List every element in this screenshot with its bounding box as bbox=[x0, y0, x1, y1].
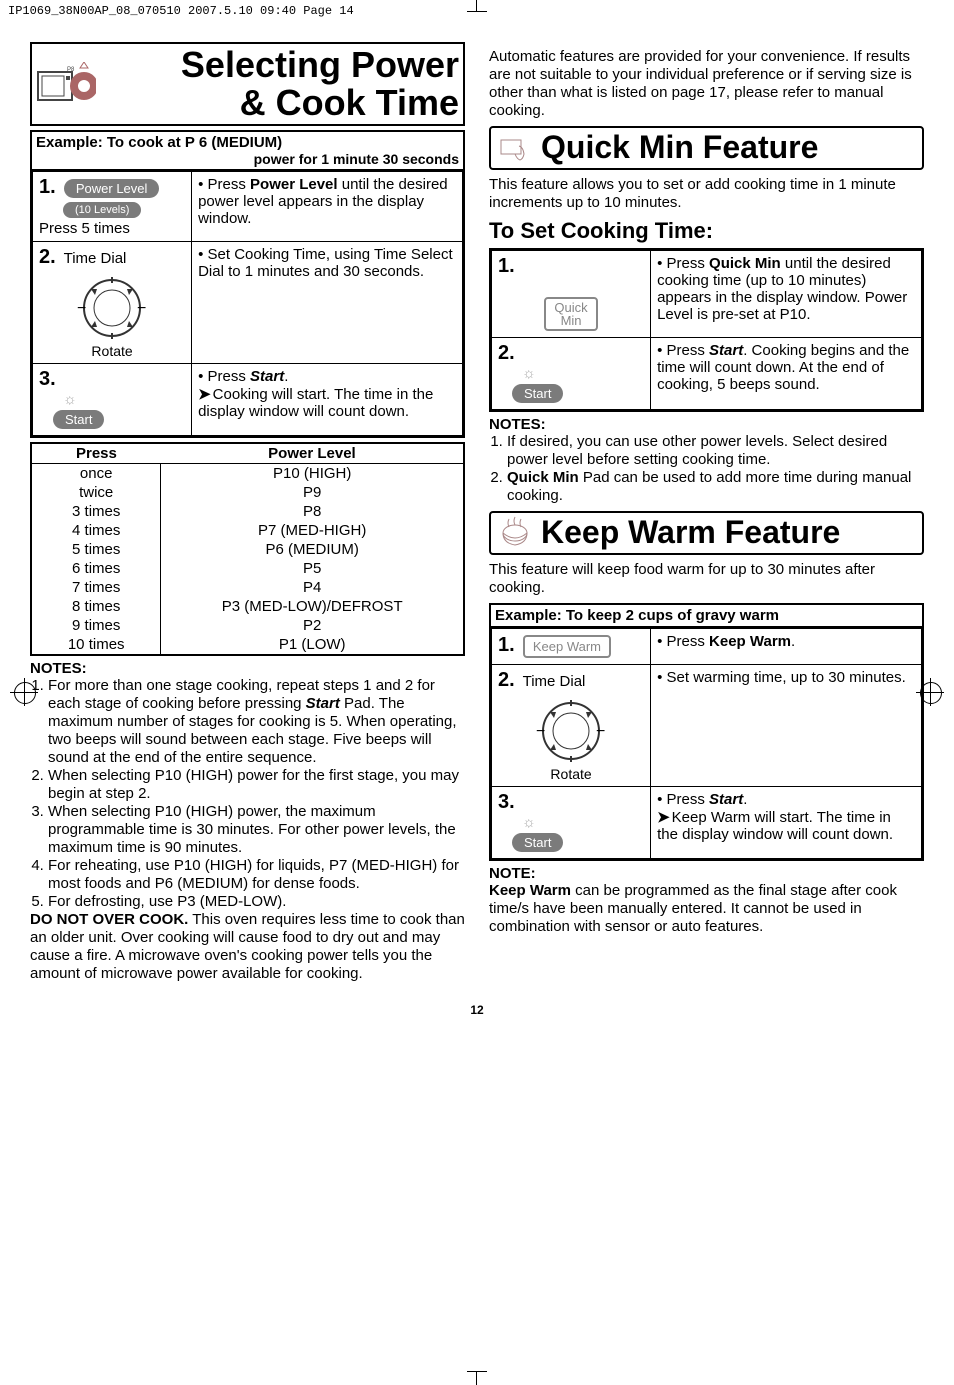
left-column: P8 Selecting Power & Cook Time Example: … bbox=[30, 42, 465, 983]
power-level-cell: P6 (MEDIUM) bbox=[161, 540, 464, 559]
dial-icon: − − bbox=[536, 696, 606, 766]
power-press-cell: 8 times bbox=[31, 597, 161, 616]
power-level-pill: Power Level bbox=[64, 179, 160, 198]
quick-min-title: Quick Min Feature bbox=[489, 126, 924, 170]
light-icon: ☼ bbox=[522, 814, 536, 831]
power-press-cell: 7 times bbox=[31, 578, 161, 597]
power-level-cell: P10 (HIGH) bbox=[161, 463, 464, 483]
keep-example-bar: Example: To keep 2 cups of gravy warm bbox=[491, 605, 922, 628]
step3-desc: • Press Start. ➤Cooking will start. The … bbox=[192, 363, 463, 435]
keep-note: NOTE: Keep Warm can be programmed as the… bbox=[489, 865, 924, 936]
svg-text:−: − bbox=[596, 723, 605, 740]
left-notes: NOTES: For more than one stage cooking, … bbox=[30, 660, 465, 983]
microwave-icon: P8 bbox=[36, 62, 96, 106]
start-pill: Start bbox=[53, 410, 104, 429]
light-icon: ☼ bbox=[63, 391, 77, 408]
selecting-power-card: P8 Selecting Power & Cook Time bbox=[30, 42, 465, 126]
reg-mark-left bbox=[10, 678, 38, 706]
press-5-label: Press 5 times bbox=[39, 220, 130, 237]
power-level-cell: P3 (MED-LOW)/DEFROST bbox=[161, 597, 464, 616]
q-step1-cell: 1. QuickMin bbox=[492, 251, 651, 338]
k-step3-desc: • Press Start. ➤Keep Warm will start. Th… bbox=[651, 787, 922, 859]
power-press-cell: 10 times bbox=[31, 635, 161, 655]
q-step2-desc: • Press Start. Cooking begins and the ti… bbox=[651, 338, 922, 410]
levels-pill: (10 Levels) bbox=[63, 202, 141, 218]
quick-min-pill: QuickMin bbox=[544, 297, 597, 331]
k-step1-cell: 1. Keep Warm bbox=[492, 629, 651, 665]
power-level-cell: P9 bbox=[161, 483, 464, 502]
keep-intro: This feature will keep food warm for up … bbox=[489, 561, 924, 597]
note-item: For defrosting, use P3 (MED-LOW). bbox=[48, 893, 465, 911]
svg-text:−: − bbox=[137, 300, 146, 317]
keep-steps-card: Example: To keep 2 cups of gravy warm 1.… bbox=[489, 603, 924, 861]
start-pill: Start bbox=[512, 384, 563, 403]
q-step2-cell: 2. ☼ Start bbox=[492, 338, 651, 410]
k-step3-cell: 3. ☼ Start bbox=[492, 787, 651, 859]
section-title: Selecting Power & Cook Time bbox=[102, 46, 459, 122]
quick-intro: This feature allows you to set or add co… bbox=[489, 176, 924, 212]
step3-cell: 3. ☼ Start bbox=[33, 363, 192, 435]
power-level-cell: P5 bbox=[161, 559, 464, 578]
hand-icon bbox=[495, 130, 535, 166]
power-press-cell: 4 times bbox=[31, 521, 161, 540]
step2-cell: 2. Time Dial − − bbox=[33, 241, 192, 363]
svg-text:−: − bbox=[77, 300, 86, 317]
power-press-cell: twice bbox=[31, 483, 161, 502]
svg-text:−: − bbox=[536, 723, 545, 740]
to-set-cooking-time: To Set Cooking Time: bbox=[489, 218, 924, 244]
power-press-cell: 3 times bbox=[31, 502, 161, 521]
power-table: Press Power Level onceP10 (HIGH)twiceP93… bbox=[30, 442, 465, 656]
quick-steps-card: 1. QuickMin • Press Quick Min until the … bbox=[489, 248, 924, 412]
step2-desc: • Set Cooking Time, using Time Select Di… bbox=[192, 241, 463, 363]
power-press-cell: 5 times bbox=[31, 540, 161, 559]
start-pill: Start bbox=[512, 833, 563, 852]
auto-intro: Automatic features are provided for your… bbox=[489, 48, 924, 120]
step1-desc: • Press Power Level until the desired po… bbox=[192, 171, 463, 241]
power-level-cell: P1 (LOW) bbox=[161, 635, 464, 655]
example-line2: power for 1 minute 30 seconds bbox=[36, 151, 459, 167]
pot-icon bbox=[495, 515, 535, 551]
power-level-cell: P2 bbox=[161, 616, 464, 635]
example-line1: Example: To cook at P 6 (MEDIUM) bbox=[36, 134, 282, 151]
power-press-cell: once bbox=[31, 463, 161, 483]
power-press-cell: 6 times bbox=[31, 559, 161, 578]
fold-mark-top bbox=[467, 0, 487, 12]
keep-warm-title: Keep Warm Feature bbox=[489, 511, 924, 555]
k-step2-desc: • Set warming time, up to 30 minutes. bbox=[651, 665, 922, 787]
quick-notes: NOTES: If desired, you can use other pow… bbox=[489, 416, 924, 505]
svg-text:P8: P8 bbox=[67, 67, 75, 73]
rotate-label: Rotate bbox=[39, 343, 185, 359]
dial-icon: − − bbox=[77, 273, 147, 343]
power-header-level: Power Level bbox=[161, 443, 464, 464]
power-level-cell: P7 (MED-HIGH) bbox=[161, 521, 464, 540]
power-level-cell: P8 bbox=[161, 502, 464, 521]
q-step1-desc: • Press Quick Min until the desired cook… bbox=[651, 251, 922, 338]
light-icon: ☼ bbox=[522, 365, 536, 382]
right-column: Automatic features are provided for your… bbox=[489, 42, 924, 983]
note-item: For reheating, use P10 (HIGH) for liquid… bbox=[48, 857, 465, 893]
reg-mark-right bbox=[916, 678, 944, 706]
k-step1-desc: • Press Keep Warm. bbox=[651, 629, 922, 665]
power-header-press: Press bbox=[31, 443, 161, 464]
note-item: When selecting P10 (HIGH) power, the max… bbox=[48, 803, 465, 857]
note-item: When selecting P10 (HIGH) power for the … bbox=[48, 767, 465, 803]
step1-cell: 1. Power Level (10 Levels) Press 5 times bbox=[33, 171, 192, 241]
keep-warm-pill: Keep Warm bbox=[523, 635, 611, 658]
example-box: Example: To cook at P 6 (MEDIUM) power f… bbox=[30, 130, 465, 438]
page-number: 12 bbox=[0, 1003, 954, 1017]
note-item: For more than one stage cooking, repeat … bbox=[48, 677, 465, 767]
k-step2-cell: 2. Time Dial − − bbox=[492, 665, 651, 787]
power-level-cell: P4 bbox=[161, 578, 464, 597]
note-item: Quick Min Pad can be used to add more ti… bbox=[507, 469, 924, 505]
rotate-label: Rotate bbox=[498, 766, 644, 782]
power-press-cell: 9 times bbox=[31, 616, 161, 635]
note-item: If desired, you can use other power leve… bbox=[507, 433, 924, 469]
